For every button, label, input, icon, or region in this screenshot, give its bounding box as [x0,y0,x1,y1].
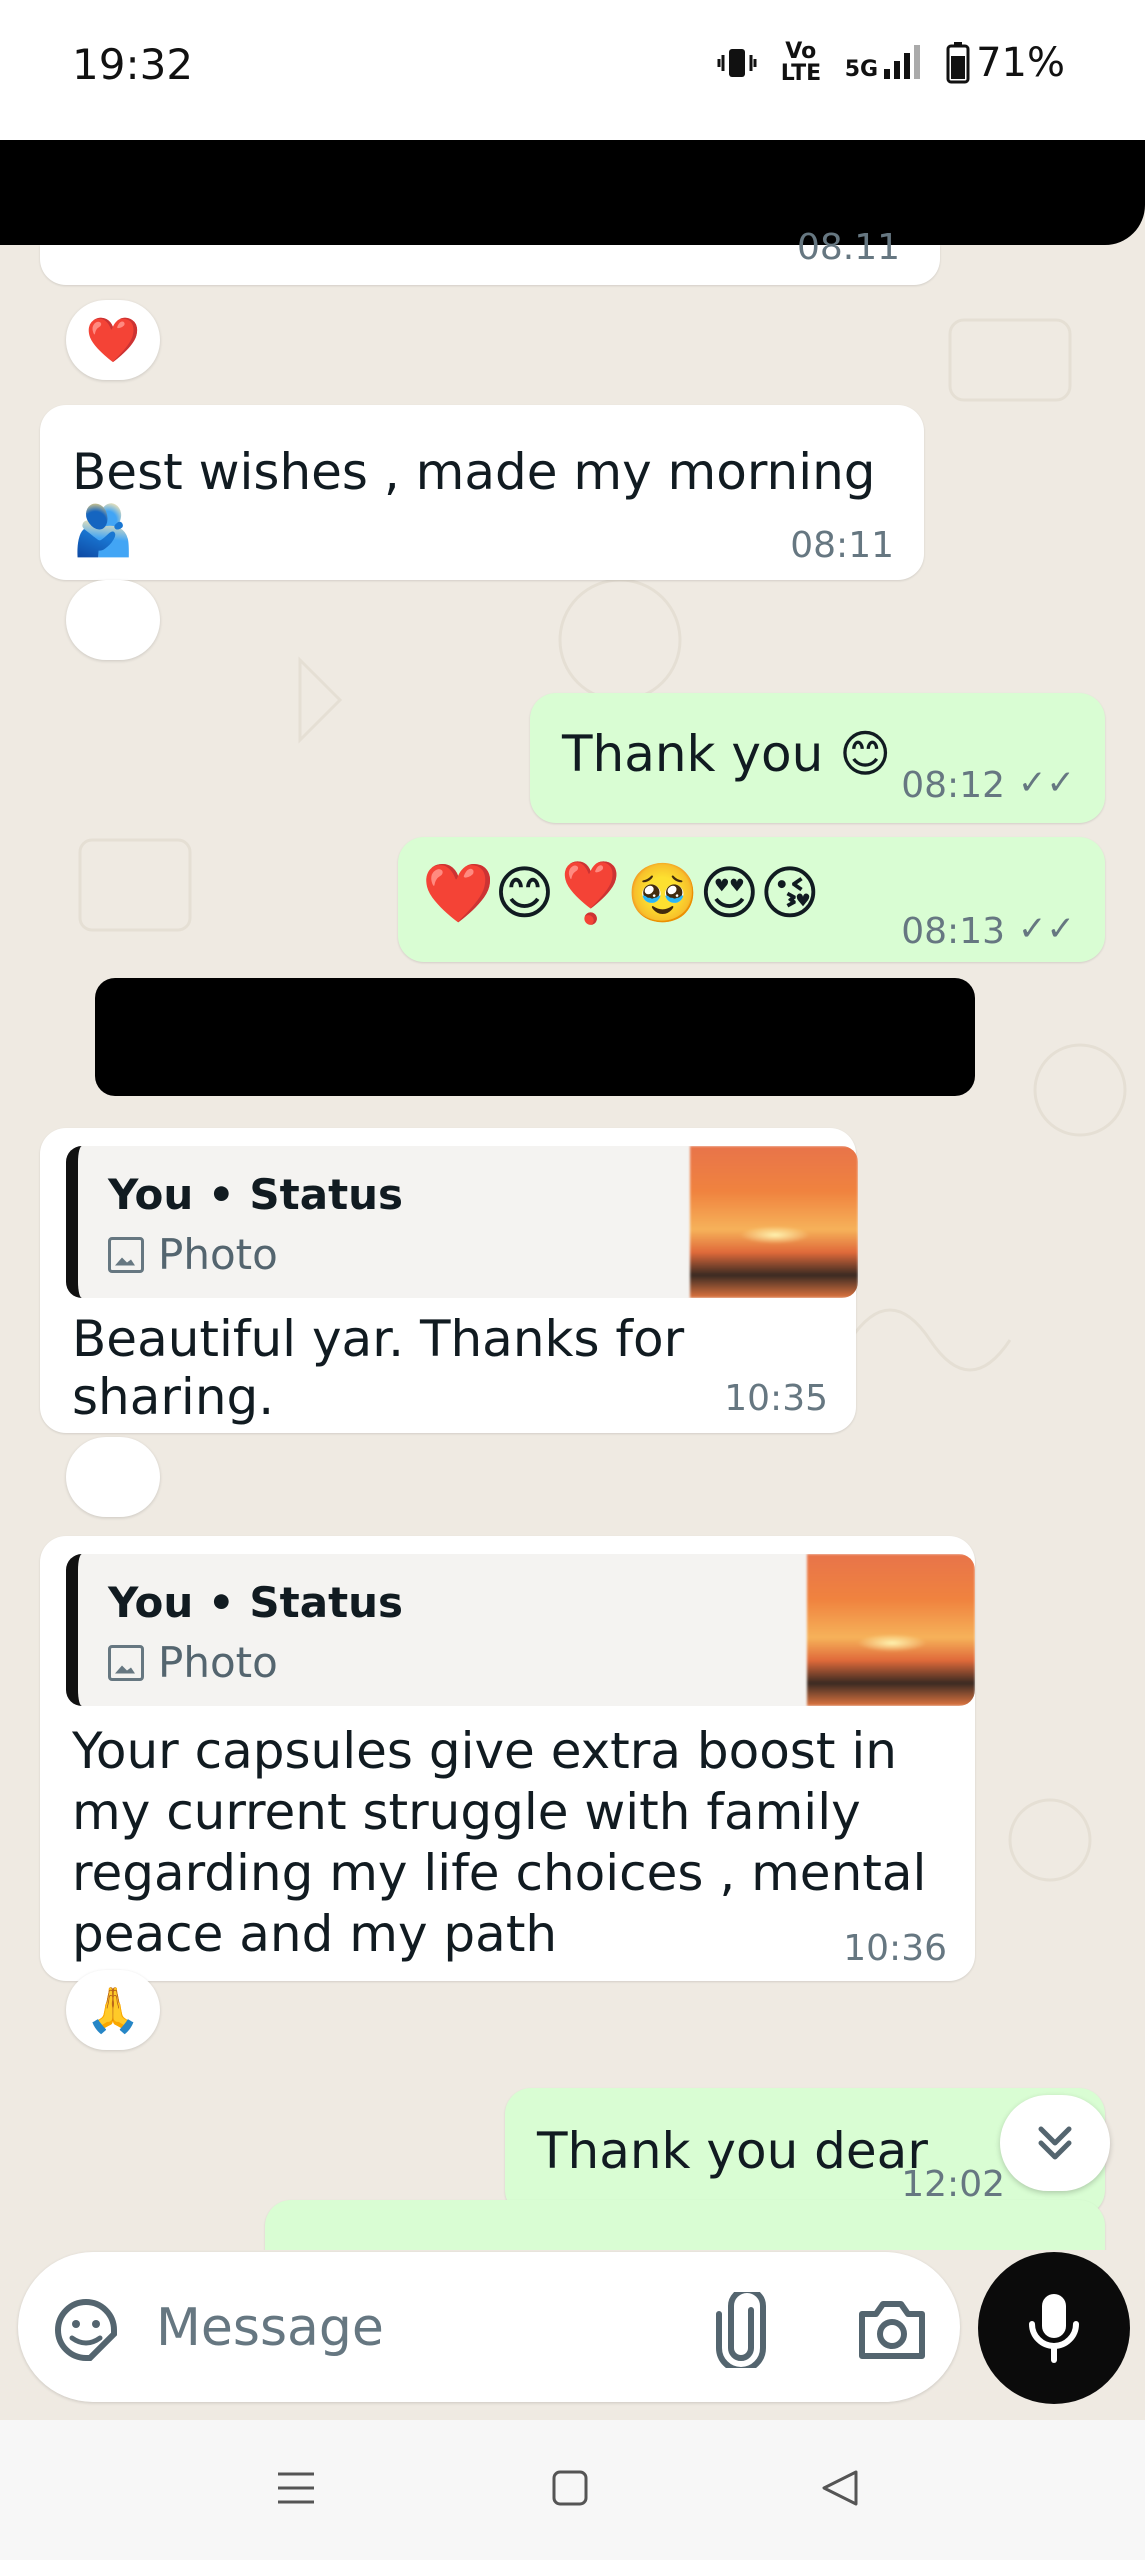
signal-icon: 5G [845,45,922,81]
reaction-empty[interactable] [66,1437,160,1517]
scroll-to-bottom-button[interactable] [1000,2095,1110,2191]
message-time: 10:35 [724,1378,828,1419]
camera-icon[interactable] [856,2296,928,2362]
message-bubble-partial[interactable]: 08.11 [40,227,940,285]
reply-title: You • Status [108,1170,404,1219]
quoted-status-reply[interactable]: You • Status Photo [66,1146,858,1298]
message-composer[interactable]: Message [18,2252,960,2402]
volte-indicator: Vo LTE [780,39,822,86]
attach-icon[interactable] [713,2292,769,2368]
reply-subtitle-text: Photo [158,1230,278,1279]
reply-title: You • Status [108,1578,404,1627]
message-bubble-incoming[interactable]: You • Status Photo Your capsules give ex… [40,1536,975,1981]
menu-icon[interactable] [274,2466,318,2510]
message-bubble-incoming[interactable]: You • Status Photo Beautiful yar. Thanks… [40,1128,858,1433]
status-thumbnail [807,1554,975,1706]
message-bubble-partial[interactable] [265,2200,1105,2250]
network-type: 5G [844,57,879,82]
back-icon[interactable] [818,2466,862,2510]
reaction-empty[interactable] [66,580,160,660]
message-text: ❤️😊❣️🥹😍😘 [422,859,821,927]
read-ticks-icon: ✓✓ [1018,909,1075,949]
reply-subtitle: Photo [108,1230,278,1279]
battery-percent: 71% [976,40,1065,86]
message-input[interactable]: Message [156,2298,384,2358]
status-bar: 19:32 Vo LTE 5G 71% [0,0,1145,140]
reply-subtitle-text: Photo [158,1638,278,1687]
voice-record-button[interactable] [978,2252,1130,2404]
redacted-content [95,978,975,1096]
status-icons: Vo LTE 5G 71% [717,40,1065,86]
status-time: 19:32 [72,40,194,89]
message-text: Your capsules give extra boost in my cur… [72,1722,927,1963]
sticker-icon[interactable] [50,2294,122,2366]
home-icon[interactable] [548,2466,592,2510]
reaction-pray[interactable]: 🙏 [66,1970,160,2050]
photo-icon [108,1644,144,1681]
reply-subtitle: Photo [108,1638,278,1687]
message-time: 12:02 [901,2164,1005,2205]
battery-icon: 71% [946,40,1065,86]
message-text: Thank you 😊 [562,725,892,783]
message-time: 08:13 [901,911,1005,952]
message-time: 10:36 [843,1928,947,1969]
double-chevron-down-icon [1038,2126,1072,2160]
message-time: 08:12 [901,765,1005,806]
redacted-header [0,140,1145,245]
vibrate-icon [717,49,757,77]
message-time: 08.11 [796,227,900,268]
message-bubble-incoming[interactable]: Best wishes , made my morning 🫂 08:11 [40,405,924,580]
microphone-icon [1029,2294,1079,2363]
message-text: Thank you dear [537,2122,928,2180]
chat-area[interactable]: 08.11 ❤️ Best wishes , made my morning 🫂… [0,140,1145,2250]
message-time: 08:11 [790,525,894,566]
status-thumbnail [690,1146,858,1298]
quoted-status-reply[interactable]: You • Status Photo [66,1554,975,1706]
message-bubble-outgoing[interactable]: ❤️😊❣️🥹😍😘 08:13 ✓✓ [398,837,1105,962]
message-bubble-outgoing[interactable]: Thank you 😊 08:12 ✓✓ [530,693,1105,823]
reaction-heart[interactable]: ❤️ [66,300,160,380]
photo-icon [108,1236,144,1273]
system-navigation-bar [0,2420,1145,2560]
read-ticks-icon: ✓✓ [1018,763,1075,803]
